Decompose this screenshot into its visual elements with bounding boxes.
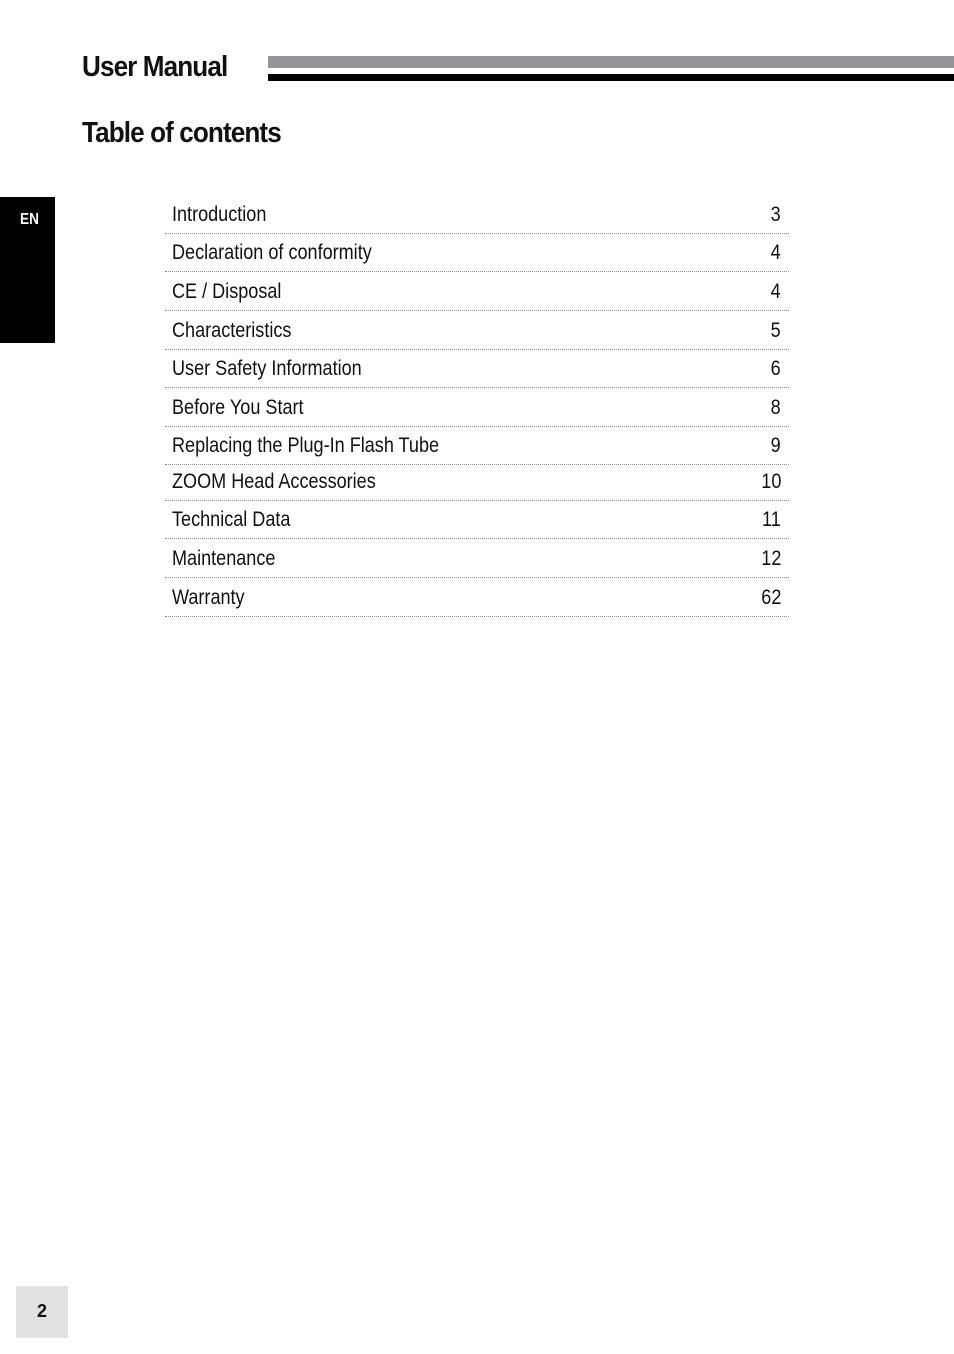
toc-entry-label: Declaration of conformity <box>172 241 372 264</box>
page-number: 2 <box>36 1301 47 1321</box>
language-tab: EN <box>0 197 55 343</box>
toc-entry-label: User Safety Information <box>172 357 362 380</box>
table-of-contents: Introduction 3 Declaration of conformity… <box>165 197 789 617</box>
toc-entry-page: 12 <box>760 547 781 570</box>
toc-entry[interactable]: Declaration of conformity 4 <box>165 234 789 272</box>
toc-entry-page: 62 <box>760 586 781 609</box>
header-rule-gray <box>268 56 954 68</box>
toc-entry[interactable]: User Safety Information 6 <box>165 350 789 388</box>
toc-entry-label: ZOOM Head Accessories <box>172 470 376 493</box>
toc-entry-label: Warranty <box>172 586 245 609</box>
toc-entry[interactable]: Technical Data 11 <box>165 501 789 539</box>
toc-entry-label: Maintenance <box>172 547 276 570</box>
toc-entry-page: 9 <box>770 434 781 457</box>
toc-entry-page: 5 <box>770 319 781 342</box>
toc-entry-label: Technical Data <box>172 508 291 531</box>
toc-entry-page: 8 <box>770 396 781 419</box>
language-label: EN <box>20 211 39 228</box>
toc-entry-label: Replacing the Plug-In Flash Tube <box>172 434 440 457</box>
toc-entry[interactable]: Warranty 62 <box>165 578 789 617</box>
toc-entry-page: 6 <box>770 357 781 380</box>
toc-entry[interactable]: Replacing the Plug-In Flash Tube 9 <box>165 427 789 465</box>
toc-entry-label: CE / Disposal <box>172 280 282 303</box>
toc-entry[interactable]: Characteristics 5 <box>165 311 789 350</box>
toc-entry-page: 10 <box>760 470 781 493</box>
page-number-box: 2 <box>16 1286 68 1338</box>
toc-entry-label: Introduction <box>172 203 267 226</box>
toc-entry-page: 4 <box>770 280 781 303</box>
toc-heading: Table of contents <box>82 117 282 149</box>
toc-entry[interactable]: Before You Start 8 <box>165 388 789 427</box>
toc-entry[interactable]: ZOOM Head Accessories 10 <box>165 465 789 501</box>
header-rule-black <box>268 74 954 81</box>
toc-entry[interactable]: Maintenance 12 <box>165 539 789 578</box>
toc-entry-page: 11 <box>762 508 781 531</box>
toc-entry-label: Characteristics <box>172 319 292 342</box>
toc-entry-page: 3 <box>770 203 781 226</box>
toc-entry[interactable]: Introduction 3 <box>165 197 789 234</box>
toc-entry-page: 4 <box>770 241 781 264</box>
toc-entry-label: Before You Start <box>172 396 304 419</box>
document-title: User Manual <box>82 51 228 83</box>
toc-entry[interactable]: CE / Disposal 4 <box>165 272 789 311</box>
